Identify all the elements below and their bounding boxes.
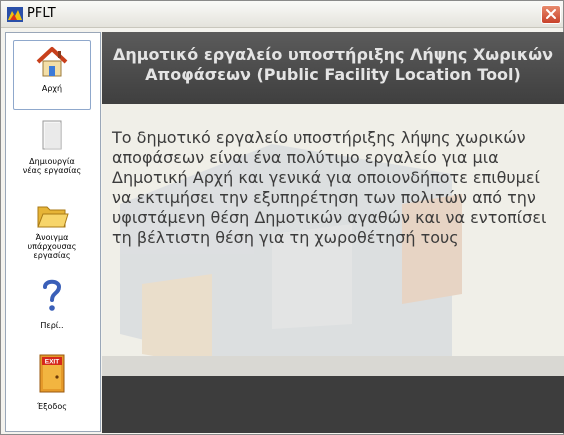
close-icon [546, 9, 556, 19]
sidebar-item-label: Δημιουργία νέας εργασίας [22, 157, 82, 175]
footer-bar [102, 376, 564, 433]
app-icon [7, 7, 23, 22]
page-title: Δημοτικό εργαλείο υποστήριξης Λήψης Χωρι… [112, 45, 554, 84]
sidebar-item-label: Περί.. [40, 321, 64, 330]
sidebar-item-label: Έξοδος [37, 402, 67, 411]
sidebar: Αρχή Δημιουργία νέας εργασίας Άνοιγμα υπ… [5, 32, 101, 432]
exit-door-icon: EXIT [39, 354, 65, 393]
home-icon [36, 47, 68, 77]
sidebar-item-home[interactable]: Αρχή [13, 40, 91, 110]
help-question-icon [43, 279, 62, 311]
sidebar-item-open-project[interactable]: Άνοιγμα υπάρχουσας εργασίας [13, 197, 91, 267]
sidebar-item-label: Άνοιγμα υπάρχουσας εργασίας [27, 233, 77, 260]
exit-sign-text: EXIT [45, 359, 59, 366]
application-window: PFLT Αρχή Δημιουργία νέας εργασίας Άνοιγ… [0, 0, 564, 435]
sidebar-item-label: Αρχή [41, 84, 63, 93]
new-document-icon [42, 120, 62, 150]
window-title: PFLT [27, 6, 56, 21]
sidebar-item-new-project[interactable]: Δημιουργία νέας εργασίας [13, 117, 91, 187]
main-panel: Δημοτικό εργαλείο υποστήριξης Λήψης Χωρι… [102, 32, 564, 433]
open-folder-icon [37, 206, 69, 228]
sidebar-item-about[interactable]: Περί.. [13, 273, 91, 343]
title-bar: PFLT [1, 1, 563, 28]
description-text: Το δημοτικό εργαλείο υποστήριξης λήψης χ… [112, 128, 547, 247]
sidebar-item-exit[interactable]: EXIT Έξοδος [13, 349, 91, 419]
close-button[interactable] [541, 5, 561, 24]
header-banner: Δημοτικό εργαλείο υποστήριξης Λήψης Χωρι… [102, 32, 564, 104]
